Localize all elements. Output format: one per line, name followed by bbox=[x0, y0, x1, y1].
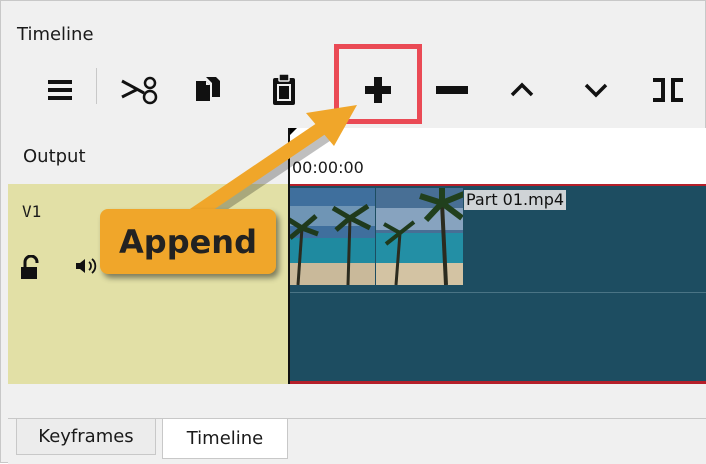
append-callout: Append bbox=[100, 209, 276, 274]
callout-label: Append bbox=[119, 222, 257, 261]
